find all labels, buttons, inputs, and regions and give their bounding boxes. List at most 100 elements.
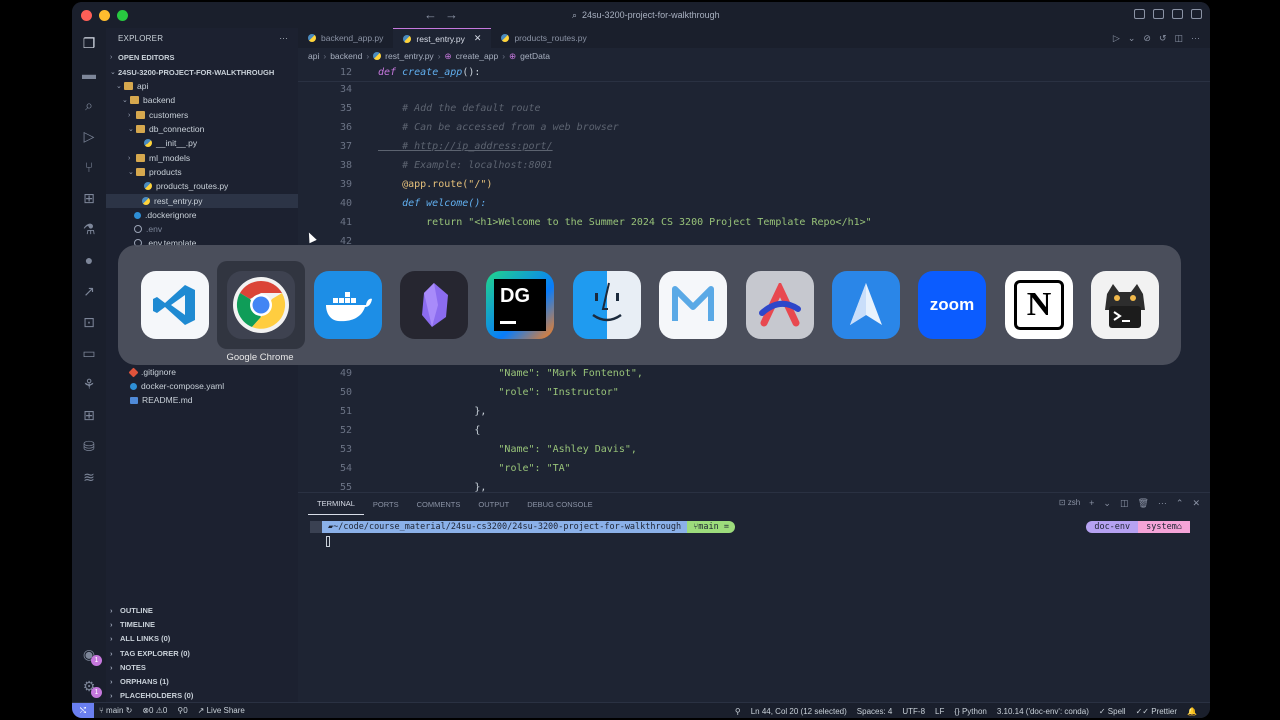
problems-status[interactable]: ⊗0 ⚠0 [137, 706, 172, 715]
bell-icon[interactable]: 🔔 [1182, 707, 1202, 716]
spell-status[interactable]: ✓ Spell [1094, 707, 1131, 716]
database-search-icon[interactable]: ⊡ [81, 314, 97, 330]
code-line[interactable]: 41 return "<h1>Welcome to the Summer 202… [298, 213, 1210, 231]
vscode-app-icon[interactable] [141, 271, 209, 339]
folder-icon[interactable]: ▭ [81, 345, 97, 361]
code-line[interactable]: 49 "Name": "Mark Fontenot", [298, 364, 1210, 382]
section-placeholders[interactable]: › PLACEHOLDERS (0) [106, 688, 298, 702]
prettier-status[interactable]: ✓✓ Prettier [1131, 707, 1182, 716]
chevron-down-icon[interactable]: ⌄ [1128, 33, 1136, 44]
section-outline[interactable]: › OUTLINE [106, 603, 298, 617]
remote-explorer-icon[interactable]: ↗ [81, 283, 97, 299]
close-panel-icon[interactable]: ✕ [1192, 498, 1200, 509]
breadcrumb-item[interactable]: getData [520, 51, 550, 61]
cursor-position[interactable]: Ln 44, Col 20 (12 selected) [746, 707, 852, 716]
trash-icon[interactable]: 🗑 [1137, 498, 1148, 509]
tab-terminal[interactable]: TERMINAL [308, 493, 364, 515]
toggle-secondary-sidebar-icon[interactable] [1172, 9, 1183, 19]
tab-products-routes[interactable]: products_routes.py [491, 28, 596, 48]
linear-app-icon[interactable] [659, 271, 727, 339]
tree-item-backend[interactable]: ⌄ backend [106, 93, 298, 107]
section-notes[interactable]: › NOTES [106, 660, 298, 674]
docker-app-icon[interactable] [314, 271, 382, 339]
source-control-icon[interactable]: ⑂ [81, 159, 97, 175]
code-line[interactable]: 54 "role": "TA" [298, 459, 1210, 477]
zoom-app-icon[interactable]: zoom [918, 271, 986, 339]
spark-app-icon[interactable] [832, 271, 900, 339]
settings-gear-icon[interactable]: ⚙ 1 [81, 678, 102, 698]
nav-arrows[interactable]: ←→ [424, 7, 466, 22]
tree-item-docker-compose[interactable]: docker-compose.yaml [106, 379, 298, 393]
database-icon[interactable]: ⛁ [81, 438, 97, 454]
run-debug-icon[interactable]: ▷ [81, 128, 97, 144]
breadcrumb-item[interactable]: create_app [456, 51, 499, 61]
close-window-button[interactable] [81, 9, 92, 21]
finder-app-icon[interactable] [573, 271, 641, 339]
zoom-status-icon[interactable]: ⚲ [730, 707, 746, 716]
tree-icon[interactable]: ⚘ [81, 376, 97, 392]
tab-backend-app[interactable]: backend_app.py [298, 28, 393, 48]
code-line[interactable]: 50 "role": "Instructor" [298, 383, 1210, 401]
split-editor-icon[interactable]: ◫ [1174, 33, 1183, 44]
breadcrumb-item[interactable]: api [308, 51, 319, 61]
section-tag-explorer[interactable]: › TAG EXPLORER (0) [106, 646, 298, 660]
more-actions-icon[interactable]: ··· [1158, 498, 1167, 509]
code-line[interactable]: 37 # http://ip_address:port/ [298, 137, 1210, 155]
tab-rest-entry[interactable]: rest_entry.py ✕ [393, 28, 492, 48]
tree-item-gitignore[interactable]: .gitignore [106, 365, 298, 379]
command-center[interactable]: ⌕ 24su-3200-project-for-walkthrough [572, 6, 782, 24]
code-line[interactable]: 35 # Add the default route [298, 99, 1210, 117]
code-line[interactable]: 52 { [298, 421, 1210, 439]
docker-icon[interactable]: ▬ [81, 66, 97, 82]
explorer-icon[interactable]: ❐ [81, 35, 97, 51]
code-line[interactable]: 34 [298, 80, 1210, 98]
blocks-icon[interactable]: ⊞ [81, 407, 97, 423]
more-actions-icon[interactable]: ··· [1191, 33, 1200, 44]
git-compare-icon[interactable]: ⊘ [1143, 33, 1151, 44]
code-line[interactable]: 53 "Name": "Ashley Davis", [298, 440, 1210, 458]
breadcrumb-item[interactable]: backend [330, 51, 362, 61]
branch-status[interactable]: ⑂ main ↻ [94, 706, 137, 715]
section-all-links[interactable]: › ALL LINKS (0) [106, 631, 298, 645]
breadcrumb-item[interactable]: rest_entry.py [385, 51, 434, 61]
new-terminal-icon[interactable]: + [1089, 498, 1094, 509]
github-icon[interactable]: ● [81, 252, 97, 268]
encoding[interactable]: UTF-8 [897, 707, 930, 716]
terminal-shell-selector[interactable]: ⊡ zsh [1059, 498, 1080, 509]
zoom-window-button[interactable] [117, 9, 128, 21]
maximize-panel-icon[interactable]: ⌃ [1176, 498, 1184, 509]
split-terminal-icon[interactable]: ◫ [1120, 498, 1129, 509]
tree-item-products[interactable]: ⌄ products [106, 165, 298, 179]
tree-item-readme[interactable]: README.md [106, 393, 298, 407]
layers-icon[interactable]: ≋ [81, 469, 97, 485]
datagrip-app-icon[interactable]: DG [486, 271, 554, 339]
tab-output[interactable]: OUTPUT [469, 493, 518, 515]
section-timeline[interactable]: › TIMELINE [106, 617, 298, 631]
minimize-window-button[interactable] [99, 9, 110, 21]
tab-debug-console[interactable]: DEBUG CONSOLE [518, 493, 601, 515]
terminal-app-icon[interactable] [1091, 271, 1159, 339]
toggle-sidebar-icon[interactable] [1134, 9, 1145, 19]
tree-item-db-connection[interactable]: ⌄ db_connection [106, 122, 298, 136]
testing-icon[interactable]: ⚗ [81, 221, 97, 237]
tree-item-env[interactable]: .env [106, 222, 298, 236]
tree-item-dockerignore[interactable]: .dockerignore [106, 208, 298, 222]
tab-ports[interactable]: PORTS [364, 493, 408, 515]
close-icon[interactable]: ✕ [474, 33, 482, 44]
project-root[interactable]: ⌄ 24SU-3200-PROJECT-FOR-WALKTHROUGH [106, 65, 298, 79]
tree-item-init-py[interactable]: __init__.py [106, 136, 298, 150]
tree-item-products-routes[interactable]: products_routes.py [106, 179, 298, 193]
arc-app-icon[interactable] [746, 271, 814, 339]
code-line[interactable]: 38 # Example: localhost:8001 [298, 156, 1210, 174]
history-icon[interactable]: ↺ [1159, 33, 1167, 44]
run-icon[interactable]: ▷ [1113, 33, 1120, 44]
more-actions-icon[interactable]: ··· [279, 34, 288, 43]
section-orphans[interactable]: › ORPHANS (1) [106, 674, 298, 688]
indentation[interactable]: Spaces: 4 [852, 707, 898, 716]
python-interpreter[interactable]: 3.10.14 ('doc-env': conda) [992, 707, 1094, 716]
customize-layout-icon[interactable] [1191, 9, 1202, 19]
end-of-line[interactable]: LF [930, 707, 949, 716]
terminal-cursor[interactable] [326, 536, 330, 547]
tab-comments[interactable]: COMMENTS [408, 493, 470, 515]
live-share-button[interactable]: ↗ Live Share [193, 706, 250, 715]
